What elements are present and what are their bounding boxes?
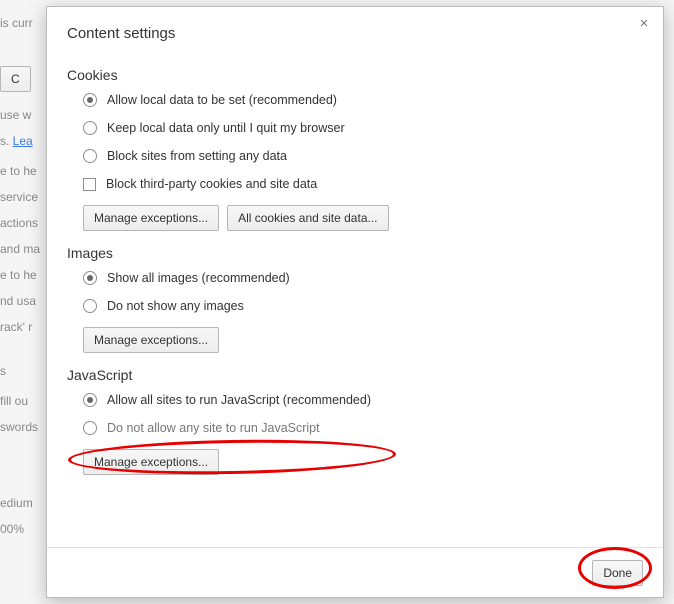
bg-text: 00% [0,522,24,536]
bg-text: swords [0,420,38,434]
option-label: Allow local data to be set (recommended) [107,93,337,107]
option-label: Allow all sites to run JavaScript (recom… [107,393,371,407]
bg-text: and ma [0,242,40,256]
dialog-footer: Done [47,547,663,597]
checkbox-icon [83,178,96,191]
javascript-option-block[interactable]: Do not allow any site to run JavaScript [83,421,643,435]
bg-text: actions [0,216,38,230]
bg-text: e to he [0,268,37,282]
bg-text: s [0,364,6,378]
bg-text: is curr [0,16,33,30]
cookies-option-allow[interactable]: Allow local data to be set (recommended) [83,93,643,107]
bg-button[interactable]: C [0,66,31,92]
section-heading-images: Images [67,245,643,261]
option-label: Show all images (recommended) [107,271,290,285]
cookies-option-session[interactable]: Keep local data only until I quit my bro… [83,121,643,135]
close-icon[interactable]: × [635,15,653,33]
cookies-checkbox-thirdparty[interactable]: Block third-party cookies and site data [83,177,643,191]
bg-text: edium [0,496,33,510]
content-settings-dialog: × Content settings Cookies Allow local d… [46,6,664,598]
all-cookies-button[interactable]: All cookies and site data... [227,205,388,231]
option-label: Block sites from setting any data [107,149,287,163]
radio-icon [83,121,97,135]
bg-text: fill ou [0,394,28,408]
javascript-option-allow[interactable]: Allow all sites to run JavaScript (recom… [83,393,643,407]
bg-text: e to he [0,164,37,178]
radio-icon [83,93,97,107]
manage-exceptions-button[interactable]: Manage exceptions... [83,327,219,353]
option-label: Do not allow any site to run JavaScript [107,421,320,435]
manage-exceptions-button[interactable]: Manage exceptions... [83,449,219,475]
done-button[interactable]: Done [592,560,643,586]
bg-text: nd usa [0,294,36,308]
radio-icon [83,421,97,435]
section-heading-cookies: Cookies [67,67,643,83]
cookies-option-block[interactable]: Block sites from setting any data [83,149,643,163]
radio-icon [83,271,97,285]
radio-icon [83,393,97,407]
images-option-hide[interactable]: Do not show any images [83,299,643,313]
radio-icon [83,149,97,163]
radio-icon [83,299,97,313]
bg-text: rack' r [0,320,32,334]
images-option-show[interactable]: Show all images (recommended) [83,271,643,285]
manage-exceptions-button[interactable]: Manage exceptions... [83,205,219,231]
bg-link[interactable]: Lea [13,134,33,148]
option-label: Block third-party cookies and site data [106,177,317,191]
bg-text: use w [0,108,31,122]
section-heading-javascript: JavaScript [67,367,643,383]
dialog-title: Content settings [47,7,663,54]
bg-text: service [0,190,38,204]
option-label: Do not show any images [107,299,244,313]
dialog-body: Cookies Allow local data to be set (reco… [47,53,663,547]
option-label: Keep local data only until I quit my bro… [107,121,345,135]
